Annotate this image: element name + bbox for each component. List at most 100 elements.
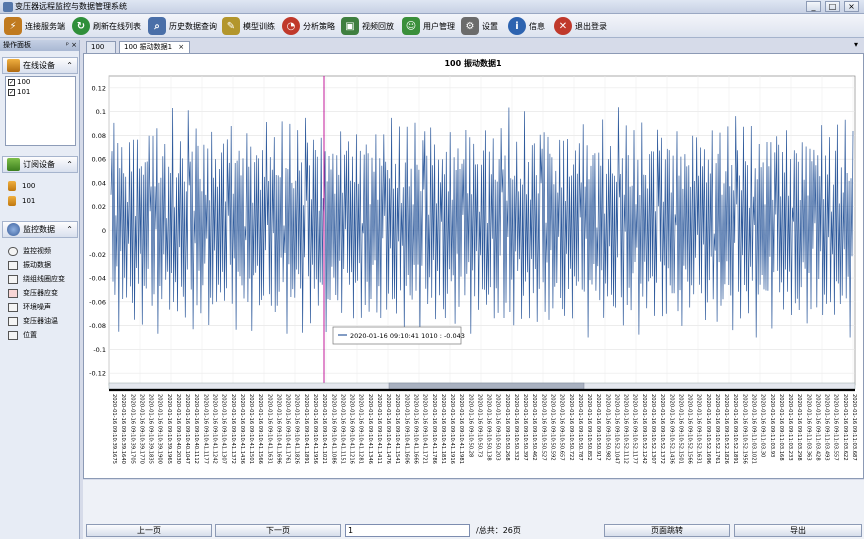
x-tick-label: 2020-01-16 09:10:50.917 [595,394,601,461]
online-devices-group[interactable]: 在线设备 ⌃ [2,57,78,74]
analysis-button[interactable]: ◔ 分析策略 [282,16,335,36]
checkbox-checked[interactable]: ✓ [8,78,15,86]
x-tick-label: 2020-01-16 09:10:41.1411 [376,394,382,464]
user-management-label: 用户管理 [423,21,455,31]
x-tick-label: 2020-01-16 09:10:41.1826 [294,394,300,464]
x-tick-label: 2020-01-16 09:10:40.1047 [184,394,190,464]
model-training-label: 模型训练 [243,21,275,31]
online-device-item[interactable]: ✓ 101 [6,87,75,97]
x-tick-label: 2020-01-16 09:10:50.982 [604,394,610,461]
x-tick-label: 2020-01-16 09:10:52.1242 [641,394,647,464]
logout-button[interactable]: ✕ 退出登录 [554,16,607,36]
y-tick-label: 0.06 [92,156,106,164]
prev-page-button[interactable]: 上一页 [86,524,212,537]
logout-icon: ✕ [554,17,572,35]
x-tick-label: 2020-01-16 09:10:52.1112 [623,394,629,464]
x-tick-label: 2020-01-16 09:10:52.1501 [677,394,683,464]
oil-temp-item[interactable]: 变压器油温 [8,316,58,326]
monitor-video-item[interactable]: 监控视频 [8,246,51,256]
online-device-item[interactable]: ✓ 100 [6,77,75,87]
x-tick-label: 2020-01-16 09:10:40.2030 [175,394,181,464]
x-tick-label: 2020-01-16 09:10:50.203 [495,394,501,461]
y-tick-label: 0.08 [92,132,106,140]
device-label: 100 [22,182,36,190]
connect-server-button[interactable]: ⚡ 连接服务端 [4,16,65,36]
close-window-button[interactable]: × [844,1,859,12]
x-tick-label: 2020-01-16 09:10:50.787 [577,394,583,461]
x-tick-label: 2020-01-16 09:10:50.28 [467,394,473,457]
x-tick-label: 2020-01-16 09:10:39.1675 [111,394,117,464]
tooltip-text: 2020-01-16 09:10:41 1010 : -0.043 [350,332,465,340]
user-management-button[interactable]: ☺ 用户管理 [402,16,455,36]
tab-vibration-data[interactable]: 100 振动数据1 × [119,41,190,53]
x-tick-label: 2020-01-16 09:10:52.1566 [687,394,693,464]
subscribed-device-item[interactable]: 100 [8,181,35,191]
chart-scrollbar-thumb[interactable] [388,382,585,390]
page-number-input[interactable] [345,524,470,537]
x-tick-label: 2020-01-16 09:10:41.1281 [358,394,364,464]
export-button[interactable]: 导出 [734,524,862,537]
x-tick-label: 2020-01-16 09:11:03.622 [842,394,848,461]
panel-pin-close-icon[interactable]: ᵖ × [66,40,77,51]
tab-100[interactable]: 100 [86,41,116,53]
monitor-search-icon [7,223,20,236]
x-tick-label: 2020-01-16 09:10:41.1666 [413,394,419,464]
settings-button[interactable]: ⚙ 设置 [461,16,498,36]
window-title: 变压器远程监控与数据管理系统 [15,2,127,11]
subscribed-devices-group[interactable]: 订阅设备 ⌃ [2,156,78,173]
y-tick-label: 0.1 [96,108,106,116]
refresh-online-button[interactable]: ↻ 刷新在线列表 [72,16,141,36]
video-playback-button[interactable]: ▣ 视频回放 [341,16,394,36]
next-page-button[interactable]: 下一页 [215,524,341,537]
tab-dropdown-icon[interactable]: ▾ [854,40,858,49]
x-tick-label: 2020-01-16 09:10:52.1826 [723,394,729,464]
vibration-data-item[interactable]: 振动数据 [8,260,51,270]
x-tick-label: 2020-01-16 09:11:03.557 [833,394,839,461]
model-training-button[interactable]: ✎ 模型训练 [222,16,275,36]
device-label: 101 [22,197,36,205]
model-training-icon: ✎ [222,17,240,35]
subscribed-device-item[interactable]: 101 [8,196,35,206]
monitor-item-label: 变压器应变 [23,289,58,297]
transformer-strain-item[interactable]: 变压器应变 [8,288,58,298]
tab-close-icon[interactable]: × [178,43,184,51]
user-management-icon: ☺ [402,17,420,35]
page-jump-button[interactable]: 页面跳转 [604,524,730,537]
vibration-chart[interactable]: 100 振动数据1 0.12 0.1 0.08 0.06 0.04 0.02 0 -0.02 -… [84,54,863,478]
x-tick-label: 2020-01-16 09:11:03.1021 [751,394,757,464]
x-tick-label: 2020-01-16 09:11:03.363 [805,394,811,461]
settings-label: 设置 [482,21,498,31]
minimize-button[interactable]: _ [806,1,821,12]
device-label: 100 [17,78,31,86]
x-tick-label: 2020-01-16 09:10:50.73 [476,394,482,457]
history-query-button[interactable]: ⌕ 历史数据查询 [148,16,217,36]
x-tick-label: 2020-01-16 09:10:41.1631 [266,394,272,464]
environment-noise-item[interactable]: 环境噪声 [8,302,51,312]
x-tick-label: 2020-01-16 09:10:41.1566 [257,394,263,464]
eye-icon [8,246,18,256]
monitor-data-group[interactable]: 监控数据 ⌃ [2,221,78,238]
x-tick-label: 2020-01-16 09:10:40.1112 [193,394,199,464]
y-tick-label: -0.06 [89,298,106,306]
x-tick-label: 2020-01-16 09:10:41.1372 [230,394,236,464]
location-item[interactable]: 位置 [8,330,37,340]
winding-strain-item[interactable]: 绕组线圈应变 [8,274,65,284]
x-tick-label: 2020-01-16 09:10:50.138 [486,394,492,461]
device-label: 101 [17,88,31,96]
monitor-item-label: 变压器油温 [23,317,58,325]
x-tick-label: 2020-01-16 09:10:50.657 [559,394,565,461]
x-tick-label: 2020-01-16 09:10:39.1705 [129,394,135,464]
refresh-icon: ↻ [72,17,90,35]
document-tabs: 100 100 振动数据1 × ▾ [82,40,864,53]
total-pages-text: /总共：26页 [476,526,521,535]
subscribed-devices-label: 订阅设备 [23,160,55,169]
x-tick-label: 2020-01-16 09:10:50.268 [504,394,510,461]
x-tick-label: 2020-01-16 09:10:52.1177 [632,394,638,464]
x-tick-label: 2020-01-16 09:10:50.397 [522,394,528,461]
info-button[interactable]: i 信息 [508,16,545,36]
x-tick-label: 2020-01-16 09:10:41.1916 [449,394,455,464]
tab-label: 100 振动数据1 [124,43,173,51]
maximize-button[interactable]: □ [825,1,840,12]
x-tick-label: 2020-01-16 09:10:41.1891 [303,394,309,464]
checkbox-checked[interactable]: ✓ [8,88,15,96]
